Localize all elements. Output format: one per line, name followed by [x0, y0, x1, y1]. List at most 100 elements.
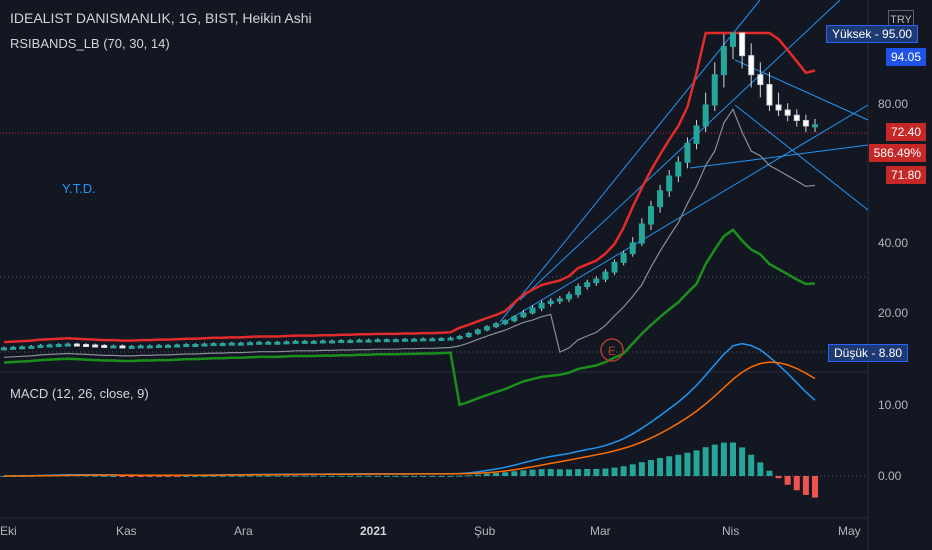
candle [83, 344, 90, 348]
chart-title: IDEALIST DANISMANLIK, 1G, BIST, Heikin A… [10, 10, 312, 26]
candle [693, 125, 700, 144]
macd-hist-bar [274, 475, 281, 477]
macd-hist-bar [584, 468, 591, 476]
candle [766, 84, 773, 106]
macd-hist-bar [757, 462, 764, 476]
candle [55, 344, 62, 348]
macd-hist-bar [812, 476, 818, 498]
macd-hist-bar [638, 462, 645, 476]
time-tick: Ara [234, 524, 253, 538]
candle [666, 175, 673, 192]
macd-hist-bar [793, 476, 800, 491]
macd-hist-bar [675, 454, 682, 476]
candle [365, 339, 372, 343]
macd-hist-bar [647, 460, 654, 476]
candle [802, 120, 809, 127]
candle [319, 340, 326, 344]
candle [10, 346, 17, 350]
candle [228, 342, 235, 346]
rsi-band-upper [3, 31, 816, 344]
macd-hist-bar [666, 456, 673, 476]
macd-hist-bar [556, 469, 563, 476]
macd-hist-bar [174, 476, 181, 477]
time-tick: Mar [590, 524, 611, 538]
candle [247, 342, 254, 346]
candle [729, 32, 736, 47]
candle [675, 161, 682, 177]
macd-hist-bar [565, 469, 572, 476]
candle [101, 344, 108, 348]
candle [684, 142, 691, 163]
candle [73, 343, 80, 347]
macd-hist-bar [347, 475, 354, 477]
trendlines [499, 0, 869, 326]
macd-label[interactable]: MACD (12, 26, close, 9) [10, 386, 149, 401]
candle [629, 242, 636, 255]
macd-hist-bar [474, 474, 481, 476]
macd-hist-bar [711, 444, 718, 476]
candle [529, 307, 536, 314]
candle [611, 261, 618, 273]
candle [812, 124, 818, 128]
candle [593, 278, 600, 284]
candle [775, 104, 782, 111]
candle [784, 109, 791, 116]
macd-hist-bar [374, 475, 381, 477]
macd-hist-bar [739, 447, 746, 476]
candle [119, 345, 126, 349]
high-value: 95.00 [882, 27, 913, 41]
macd-hist-bar [429, 475, 436, 477]
candle [429, 338, 436, 342]
macd-hist-bar [465, 475, 472, 477]
macd-hist-bar [137, 476, 144, 477]
price-tick: 80.00 [878, 97, 909, 111]
macd-hist-bar [392, 475, 399, 477]
candle [183, 344, 190, 348]
candle [374, 339, 381, 343]
candle [92, 344, 99, 348]
candle [237, 342, 244, 346]
macd-hist-bar [693, 450, 700, 476]
candle [329, 340, 336, 344]
macd-hist-bar [265, 475, 272, 477]
indicator-label[interactable]: RSIBANDS_LB (70, 30, 14) [10, 36, 170, 51]
candle [19, 346, 26, 350]
candle [584, 282, 591, 288]
band-upper-tag: 94.05 [885, 48, 926, 66]
time-tick: Eki [0, 524, 17, 538]
event-marker-label: E [608, 344, 616, 358]
candle [165, 344, 172, 348]
band-lower-tag: 71.80 [885, 166, 926, 184]
macd-hist-bar [775, 476, 782, 479]
candle [301, 340, 308, 344]
candle [702, 104, 709, 127]
candle [64, 343, 71, 347]
macd-hist-bar [447, 475, 454, 477]
macd-hist-bar [411, 475, 418, 477]
macd-hist-bar [219, 475, 226, 477]
macd-hist-bar [511, 471, 518, 476]
macd-hist-bar [620, 466, 627, 476]
macd-hist-bar [338, 475, 345, 477]
candle [657, 190, 664, 208]
signal-line [4, 361, 816, 477]
macd-hist-bar [119, 476, 126, 477]
macd-hist-bar [456, 475, 463, 477]
candle [201, 343, 208, 347]
candle [146, 345, 153, 349]
candle [174, 344, 181, 348]
candle [547, 300, 554, 304]
candle [483, 326, 490, 331]
chart-canvas[interactable]: E [0, 0, 932, 550]
candle [219, 343, 226, 347]
macd-hist-bar [128, 476, 135, 477]
candle [192, 344, 199, 348]
macd-hist-bar [729, 442, 736, 476]
macd-hist-bar [365, 475, 372, 477]
macd-hist-bar [183, 475, 190, 477]
macd-hist-bar [228, 475, 235, 477]
macd-hist-bar [310, 475, 317, 477]
candle [28, 345, 35, 349]
candle [137, 345, 144, 349]
candle [1, 347, 7, 351]
